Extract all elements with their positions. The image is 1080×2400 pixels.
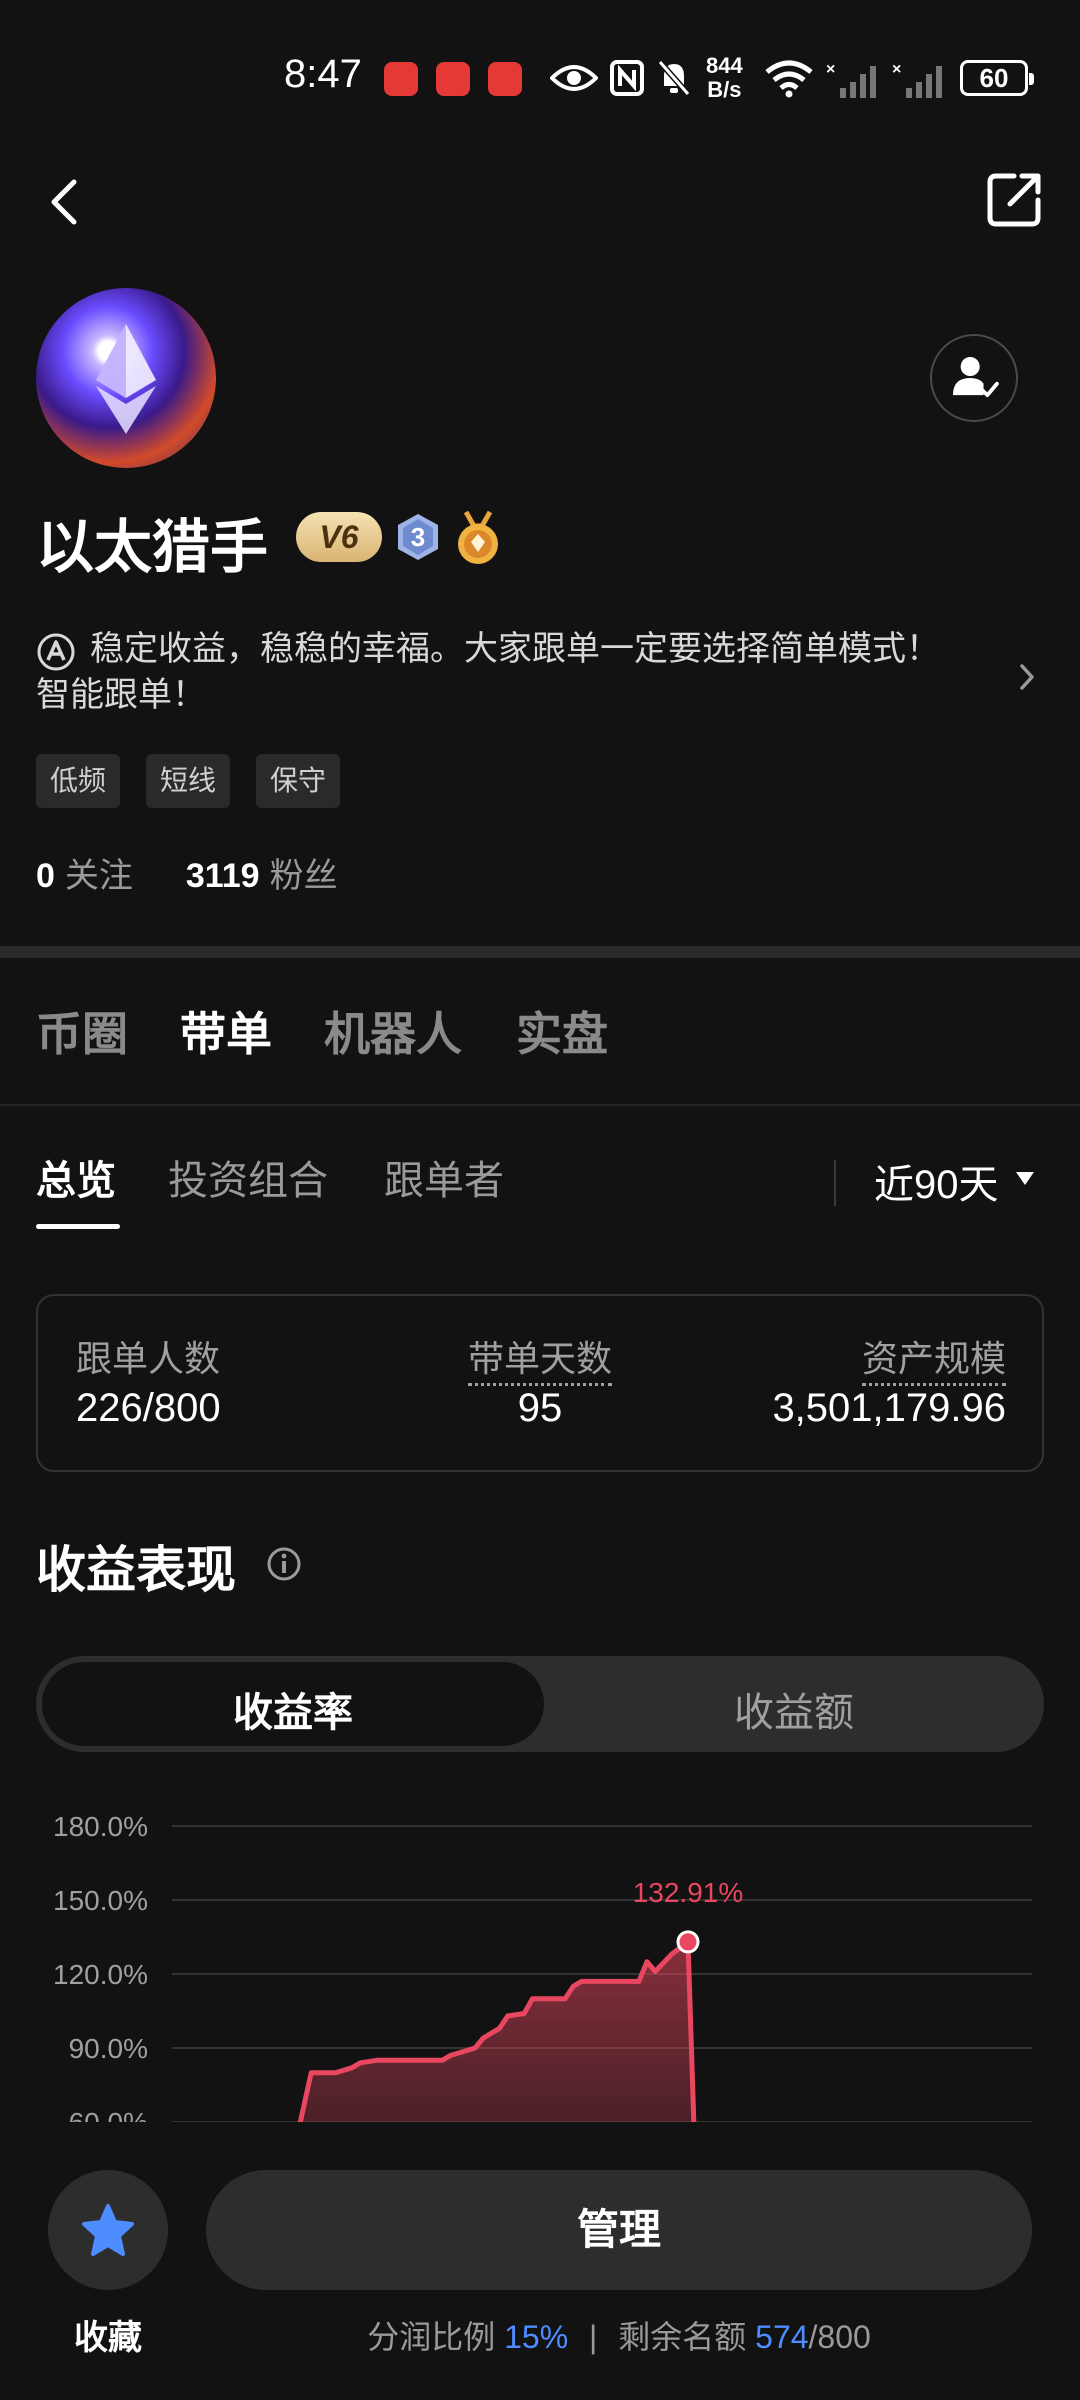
trading-days-label[interactable]: 带单天数 (468, 1330, 613, 1386)
trader-name: 以太猎手 (36, 515, 269, 580)
follow-user-icon[interactable] (930, 334, 1018, 422)
battery-indicator: 60 (960, 60, 1034, 96)
level-badge: 3 (396, 512, 440, 562)
signal-icon: × (826, 61, 876, 98)
bell-muted-icon (657, 60, 691, 96)
eye-icon (550, 65, 598, 91)
performance-title: 收益表现 (36, 1542, 236, 1598)
tag-conservative: 保守 (256, 754, 341, 808)
tab-crypto[interactable]: 币圈 (36, 998, 128, 1064)
y-tick-label: 60.0% (69, 2107, 148, 2122)
network-speed: 844 B/s (706, 53, 743, 102)
y-tick-label: 90.0% (69, 2033, 148, 2064)
app-notification-icon (488, 62, 522, 96)
aum-value: 3,501,179.96 (772, 1386, 1006, 1430)
favorite-button[interactable] (48, 2170, 168, 2290)
section-divider (0, 946, 1080, 958)
back-arrow-icon[interactable] (40, 176, 92, 228)
favorite-label: 收藏 (74, 2319, 142, 2357)
caret-down-icon[interactable] (1016, 1172, 1034, 1185)
followers-stat[interactable]: 3119 粉丝 (186, 857, 338, 895)
trader-bio[interactable]: 稳定收益，稳稳的幸福。大家跟单一定要选择简单模式！智能跟单！ (36, 626, 956, 718)
tabs-divider (0, 1104, 1080, 1106)
star-icon (82, 2204, 134, 2256)
info-icon[interactable] (266, 1546, 302, 1582)
subtab-followers[interactable]: 跟单者 (384, 1148, 504, 1206)
follow-stats: 0 关注 3119 粉丝 (36, 848, 338, 897)
app-notification-icon (436, 62, 470, 96)
aum-label[interactable]: 资产规模 (744, 1330, 1006, 1386)
subtab-portfolio[interactable]: 投资组合 (168, 1148, 328, 1206)
app-notification-icon (384, 62, 418, 96)
tag-short-term: 短线 (146, 754, 231, 808)
following-stat[interactable]: 0 关注 (36, 857, 133, 895)
tab-bots[interactable]: 机器人 (324, 998, 462, 1064)
share-icon[interactable] (984, 170, 1044, 230)
followers-count-label: 跟单人数 (76, 1338, 221, 1379)
status-bar: 8:47 844 B/s × × 60 (0, 44, 1080, 116)
remaining-slots-value: 574 (755, 2319, 809, 2355)
avatar (36, 288, 216, 468)
toggle-return-rate[interactable]: 收益率 (42, 1680, 544, 1738)
tab-live-trading[interactable]: 实盘 (516, 998, 608, 1064)
wifi-icon (765, 60, 813, 98)
peak-label: 132.91% (633, 1877, 744, 1908)
manage-button[interactable]: 管理 (206, 2170, 1032, 2290)
trading-days-value: 95 (517, 1386, 563, 1430)
signal-icon: × (892, 61, 942, 98)
followers-count-value: 226/800 (76, 1386, 221, 1430)
period-selector[interactable]: 近90天 (874, 1152, 999, 1210)
svg-text:×: × (826, 61, 835, 78)
svg-text:×: × (892, 61, 901, 78)
toggle-return-amount[interactable]: 收益额 (544, 1680, 1044, 1738)
profit-share-info: 分润比例 15% | 剩余名额 574/800 (367, 2319, 871, 2355)
return-chart: 180.0% 150.0% 120.0% 90.0% 60.0% 132.91% (36, 1790, 1044, 2122)
return-chart-svg: 180.0% 150.0% 120.0% 90.0% 60.0% 132.91% (53, 1811, 1032, 2122)
tab-copy-trading[interactable]: 带单 (180, 998, 272, 1064)
subtab-overview[interactable]: 总览 (36, 1148, 116, 1206)
tag-low-frequency: 低频 (36, 754, 121, 808)
ethereum-logo-icon (96, 324, 156, 434)
peak-marker[interactable] (676, 1930, 700, 1954)
level-number: 3 (410, 522, 426, 552)
status-time: 8:47 (284, 52, 362, 96)
chevron-right-icon[interactable] (1014, 662, 1040, 692)
y-tick-label: 120.0% (53, 1959, 148, 1990)
medal-icon (458, 510, 498, 564)
y-tick-label: 150.0% (53, 1885, 148, 1916)
profit-share-value: 15% (504, 2319, 569, 2355)
nfc-icon (610, 60, 644, 96)
vertical-separator (834, 1160, 836, 1206)
active-tab-indicator (36, 1224, 120, 1229)
vip-badge: V6 (296, 512, 382, 562)
y-tick-label: 180.0% (53, 1811, 148, 1842)
